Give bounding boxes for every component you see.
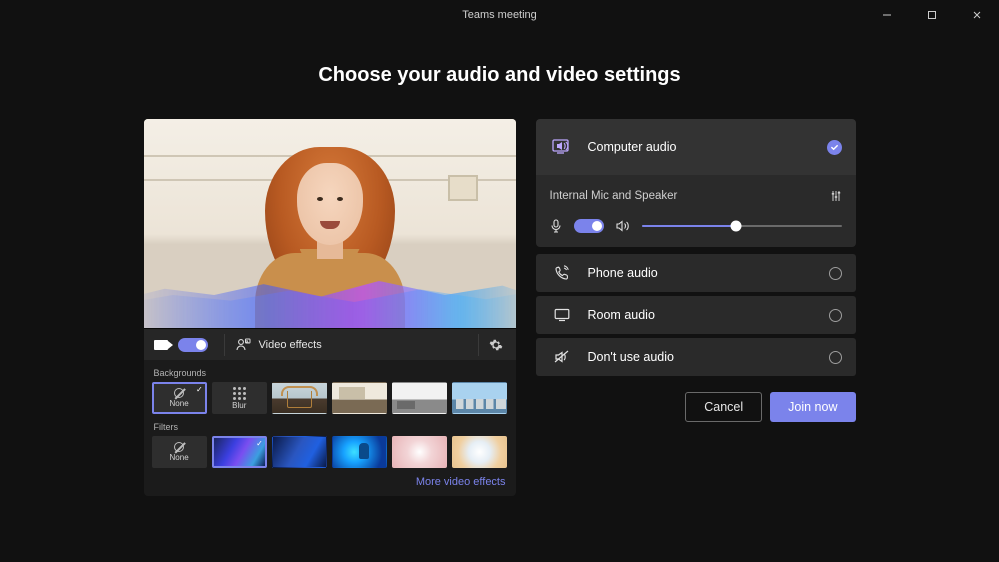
camera-toggle[interactable] — [178, 338, 208, 352]
audio-option-phone[interactable]: Phone audio — [536, 254, 856, 292]
background-option-3[interactable] — [392, 382, 447, 414]
gear-icon — [489, 338, 503, 352]
prohibit-icon — [174, 442, 184, 452]
filter-option-3[interactable] — [332, 436, 387, 468]
background-option-4[interactable] — [452, 382, 507, 414]
background-blur[interactable]: Blur — [212, 382, 267, 414]
selected-check-icon — [827, 140, 842, 155]
sliders-icon — [830, 190, 842, 202]
window-controls — [864, 0, 999, 30]
close-button[interactable] — [954, 0, 999, 30]
microphone-toggle[interactable] — [574, 219, 604, 233]
window-title: Teams meeting — [462, 9, 537, 21]
radio-unselected-icon — [829, 309, 842, 322]
radio-unselected-icon — [829, 267, 842, 280]
maximize-button[interactable] — [909, 0, 954, 30]
computer-audio-icon — [550, 138, 574, 156]
check-icon: ✓ — [256, 439, 263, 448]
speaker-icon — [616, 220, 630, 232]
footer-buttons: Cancel Join now — [536, 392, 856, 422]
filter-none[interactable]: None — [152, 436, 207, 468]
video-preview — [144, 119, 516, 328]
microphone-icon — [550, 219, 562, 233]
join-now-button[interactable]: Join now — [770, 392, 855, 422]
audio-option-computer[interactable]: Computer audio — [536, 119, 856, 175]
audio-option-label: Computer audio — [588, 140, 827, 154]
volume-slider[interactable] — [642, 225, 842, 227]
video-toolbar: Video effects — [144, 328, 516, 360]
video-effects-button[interactable]: Video effects — [259, 339, 322, 351]
minimize-button[interactable] — [864, 0, 909, 30]
radio-unselected-icon — [829, 351, 842, 364]
background-effects-icon — [235, 338, 251, 352]
no-audio-icon — [550, 350, 574, 364]
prohibit-icon — [174, 388, 184, 398]
audio-option-room[interactable]: Room audio — [536, 296, 856, 334]
filter-option-1[interactable]: ✓ — [212, 436, 267, 468]
audio-device-settings-button[interactable] — [830, 190, 842, 202]
filters-section-label: Filters — [154, 422, 508, 432]
filters-row: None ✓ — [152, 436, 508, 468]
computer-audio-settings: Internal Mic and Speaker — [536, 175, 856, 247]
background-option-2[interactable] — [332, 382, 387, 414]
phone-audio-icon — [550, 265, 574, 281]
filter-option-5[interactable] — [452, 436, 507, 468]
filter-option-4[interactable] — [392, 436, 447, 468]
blur-icon — [233, 387, 246, 400]
more-video-effects-link[interactable]: More video effects — [152, 476, 506, 488]
page-title: Choose your audio and video settings — [0, 64, 999, 87]
check-icon: ✓ — [196, 385, 203, 394]
audio-option-label: Phone audio — [588, 266, 829, 280]
background-option-1[interactable] — [272, 382, 327, 414]
video-effects-panel: Backgrounds ✓ None Blur Filters — [144, 360, 516, 496]
camera-icon — [154, 340, 168, 350]
audio-option-none[interactable]: Don't use audio — [536, 338, 856, 376]
backgrounds-row: ✓ None Blur — [152, 382, 508, 414]
device-settings-button[interactable] — [478, 334, 506, 356]
audio-option-label: Room audio — [588, 308, 829, 322]
filter-option-2[interactable] — [272, 436, 327, 468]
room-audio-icon — [550, 308, 574, 322]
background-none[interactable]: ✓ None — [152, 382, 207, 414]
title-bar: Teams meeting — [0, 0, 999, 30]
audio-device-label: Internal Mic and Speaker — [550, 190, 678, 202]
audio-option-label: Don't use audio — [588, 350, 829, 364]
cancel-button[interactable]: Cancel — [685, 392, 762, 422]
backgrounds-section-label: Backgrounds — [154, 368, 508, 378]
